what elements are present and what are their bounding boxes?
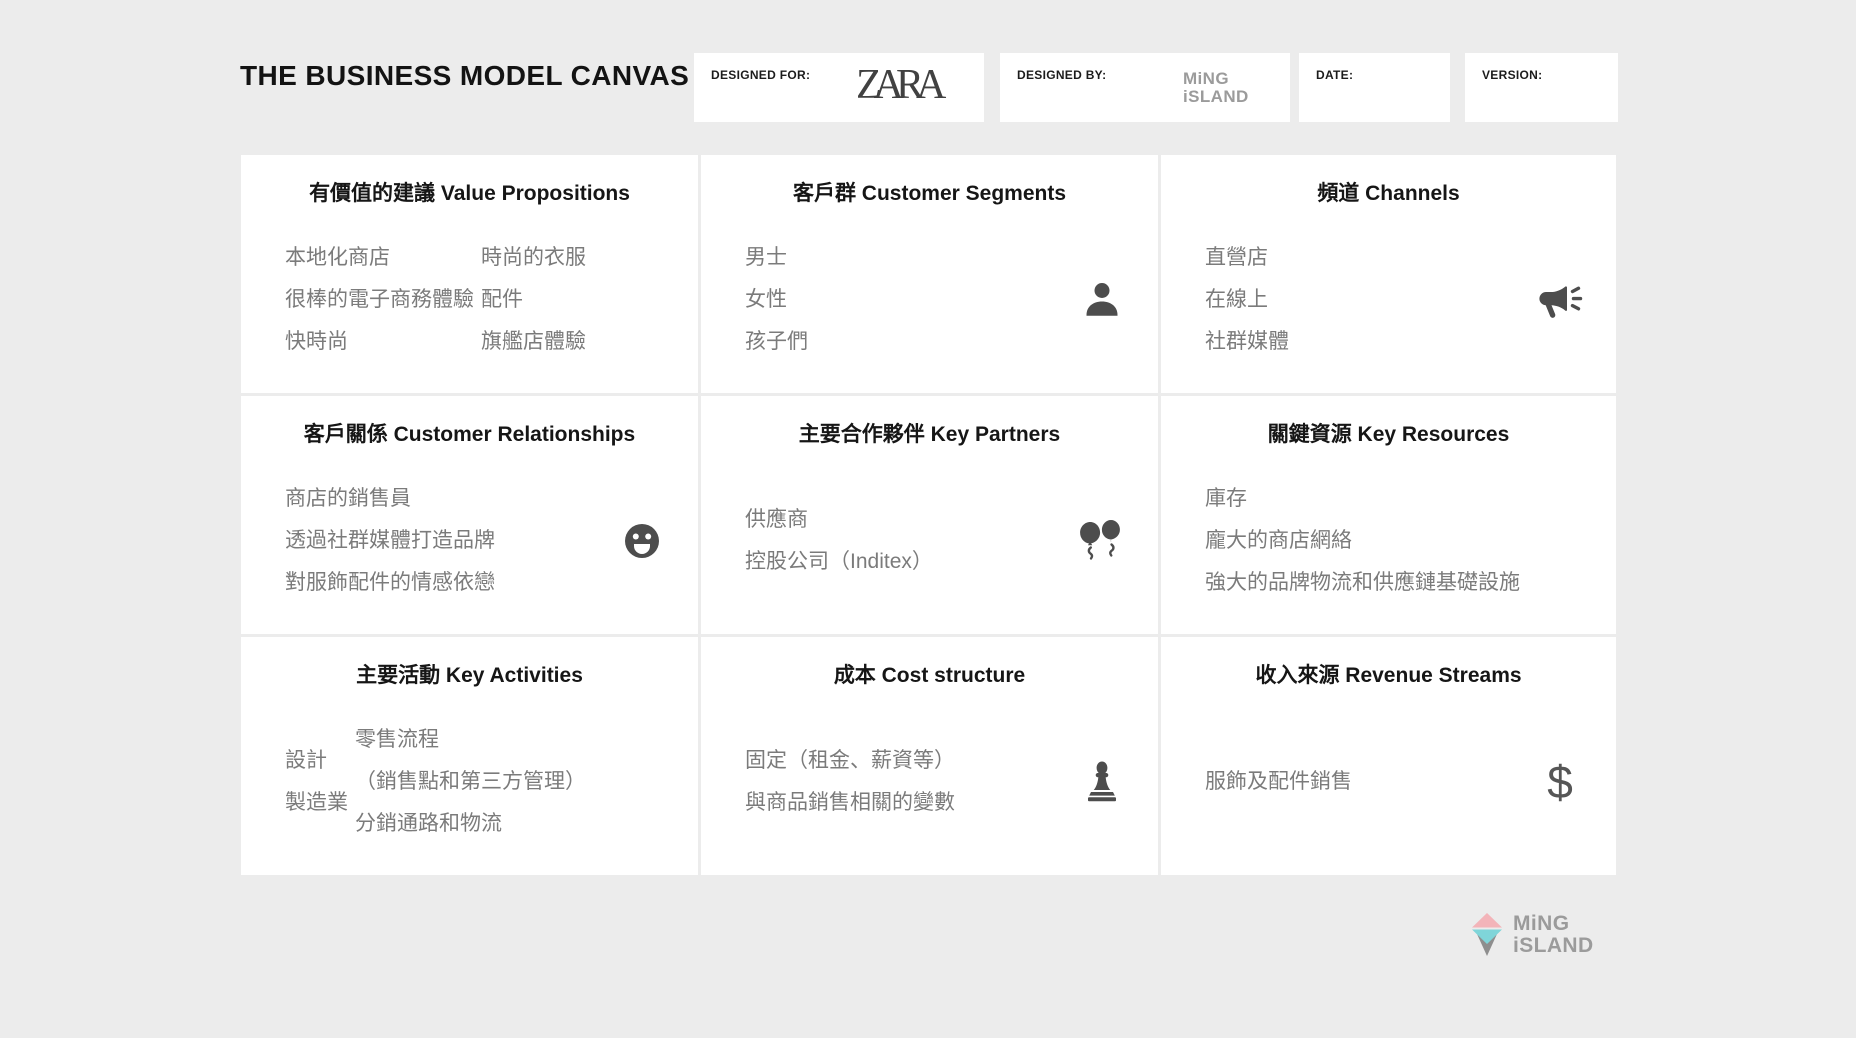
cell-title: 客戶群 Customer Segments (701, 155, 1158, 207)
ming-island-logo: MiNG iSLAND (1470, 912, 1594, 958)
cell-item: 服飾及配件銷售 (1205, 761, 1352, 803)
cell-item: 配件 (481, 279, 586, 321)
cell-item: 女性 (745, 279, 808, 321)
canvas-cell-revenue-streams: 收入來源 Revenue Streams 服飾及配件銷售 $ (1161, 637, 1616, 875)
ming-line: MiNG (1183, 69, 1229, 88)
cell-item: 零售流程 (355, 719, 586, 761)
cell-item-column: 商店的銷售員透過社群媒體打造品牌對服飾配件的情感依戀 (285, 478, 495, 604)
cell-item: 分銷通路和物流 (355, 803, 586, 845)
cell-item: 很棒的電子商務體驗 (285, 279, 481, 321)
canvas-cell-key-resources: 關鍵資源 Key Resources 庫存龐大的商店網絡強大的品牌物流和供應鏈基礎… (1161, 396, 1616, 634)
canvas-cell-cost-structure: 成本 Cost structure 固定（租金、薪資等）與商品銷售相關的變數 (701, 637, 1158, 875)
ming-island-wordmark: MiNG iSLAND (1183, 70, 1249, 106)
cell-title: 成本 Cost structure (701, 637, 1158, 689)
cell-title: 主要活動 Key Activities (241, 637, 698, 689)
cell-item: 透過社群媒體打造品牌 (285, 520, 495, 562)
cell-title: 收入來源 Revenue Streams (1161, 637, 1616, 689)
cell-item: 孩子們 (745, 321, 808, 363)
cell-item: （銷售點和第三方管理） (355, 761, 586, 803)
cell-item: 男士 (745, 237, 808, 279)
cell-item-column: 服飾及配件銷售 (1205, 761, 1352, 803)
cell-item-column: 零售流程（銷售點和第三方管理）分銷通路和物流 (355, 719, 586, 845)
cell-item: 龐大的商店網絡 (1205, 520, 1520, 562)
cell-title: 關鍵資源 Key Resources (1161, 396, 1616, 448)
cell-item: 固定（租金、薪資等） (745, 740, 955, 782)
cell-title: 有價值的建議 Value Propositions (241, 155, 698, 207)
cell-item: 旗艦店體驗 (481, 321, 586, 363)
version-label: VERSION: (1482, 68, 1542, 82)
cell-item: 庫存 (1205, 478, 1520, 520)
cell-item-column: 設計製造業 (285, 740, 355, 824)
cell-item-column: 固定（租金、薪資等）與商品銷售相關的變數 (745, 740, 955, 824)
cell-item: 在線上 (1205, 279, 1289, 321)
designed-by-label: DESIGNED BY: (1017, 68, 1106, 82)
ming-line: MiNG (1513, 912, 1569, 935)
ming-island-diamond-icon (1470, 912, 1504, 958)
cell-title: 頻道 Channels (1161, 155, 1616, 207)
cell-item-column: 本地化商店很棒的電子商務體驗快時尚 (285, 237, 481, 363)
cell-item: 社群媒體 (1205, 321, 1289, 363)
designed-for-label: DESIGNED FOR: (711, 68, 810, 82)
page-title: THE BUSINESS MODEL CANVAS (240, 60, 689, 92)
pawn-icon (1082, 760, 1122, 804)
cell-item: 商店的銷售員 (285, 478, 495, 520)
cell-item-column: 庫存龐大的商店網絡強大的品牌物流和供應鏈基礎設施 (1205, 478, 1520, 604)
designed-for-box: DESIGNED FOR: ZARA (694, 53, 984, 122)
cell-item: 設計 (285, 740, 355, 782)
cell-item: 與商品銷售相關的變數 (745, 782, 955, 824)
zara-logo: ZARA (856, 61, 938, 109)
cell-item-column: 供應商控股公司（Inditex） (745, 499, 933, 583)
cell-item: 對服飾配件的情感依戀 (285, 562, 495, 604)
island-line: iSLAND (1513, 934, 1594, 957)
canvas-grid: 有價值的建議 Value Propositions 本地化商店很棒的電子商務體驗快… (241, 155, 1616, 875)
cell-item-column: 男士女性孩子們 (745, 237, 808, 363)
canvas-cell-customer-relationships: 客戶關係 Customer Relationships 商店的銷售員透過社群媒體打… (241, 396, 698, 634)
business-model-canvas-page: THE BUSINESS MODEL CANVAS DESIGNED FOR: … (0, 0, 1856, 1038)
designed-by-box: DESIGNED BY: MiNG iSLAND (1000, 53, 1290, 122)
cell-item: 製造業 (285, 782, 355, 824)
cell-item: 直營店 (1205, 237, 1289, 279)
date-box: DATE: (1299, 53, 1450, 122)
ming-island-footer-wordmark: MiNG iSLAND (1513, 913, 1594, 957)
cell-item-column: 時尚的衣服配件旗艦店體驗 (481, 237, 586, 363)
cell-item: 強大的品牌物流和供應鏈基礎設施 (1205, 562, 1520, 604)
megaphone-icon (1536, 279, 1584, 321)
person-icon (1082, 280, 1122, 320)
version-box: VERSION: (1465, 53, 1618, 122)
cell-item-column: 直營店在線上社群媒體 (1205, 237, 1289, 363)
cell-item: 本地化商店 (285, 237, 481, 279)
dollar-icon: $ (1547, 755, 1573, 809)
island-line: iSLAND (1183, 87, 1249, 106)
cell-item: 時尚的衣服 (481, 237, 586, 279)
date-label: DATE: (1316, 68, 1353, 82)
canvas-cell-key-partners: 主要合作夥伴 Key Partners 供應商控股公司（Inditex） (701, 396, 1158, 634)
canvas-cell-customer-segments: 客戶群 Customer Segments 男士女性孩子們 (701, 155, 1158, 393)
canvas-cell-key-activities: 主要活動 Key Activities 設計製造業零售流程（銷售點和第三方管理）分… (241, 637, 698, 875)
canvas-cell-value-propositions: 有價值的建議 Value Propositions 本地化商店很棒的電子商務體驗快… (241, 155, 698, 393)
canvas-cell-channels: 頻道 Channels 直營店在線上社群媒體 (1161, 155, 1616, 393)
cell-item: 控股公司（Inditex） (745, 541, 933, 583)
cell-title: 主要合作夥伴 Key Partners (701, 396, 1158, 448)
cell-item: 供應商 (745, 499, 933, 541)
cell-item: 快時尚 (285, 321, 481, 363)
balloons-icon (1078, 518, 1126, 564)
cell-title: 客戶關係 Customer Relationships (241, 396, 698, 448)
smiley-icon (622, 521, 662, 561)
